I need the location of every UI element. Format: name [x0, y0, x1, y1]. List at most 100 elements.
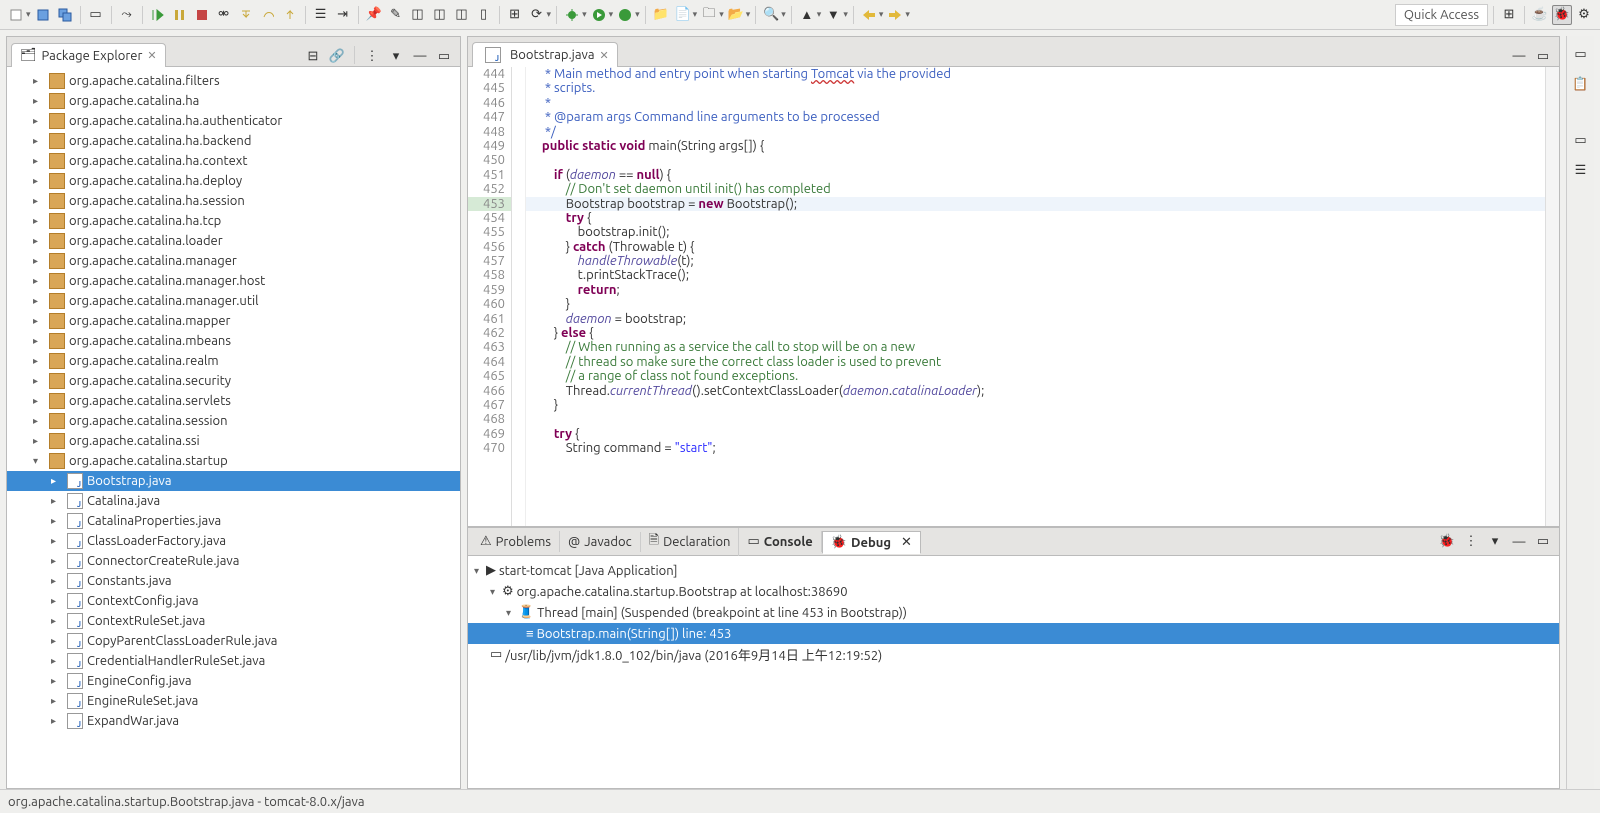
trim-tasks-button[interactable]: ☰ [1571, 160, 1591, 180]
file-row[interactable]: ▸ExpandWar.java [7, 711, 460, 731]
tab-console[interactable]: ▭Console [739, 531, 821, 552]
file-row[interactable]: ▸CredentialHandlerRuleSet.java [7, 651, 460, 671]
dropdown-icon[interactable]: ▾ [693, 9, 698, 20]
run-last-button[interactable] [615, 5, 635, 25]
minimize-button[interactable]: ― [410, 46, 430, 66]
save-all-button[interactable] [55, 5, 75, 25]
filters-button[interactable]: ⋮ [362, 46, 382, 66]
maximize-button[interactable]: ▭ [1533, 532, 1553, 552]
step-filters-button[interactable]: ⇥ [333, 5, 353, 25]
dropdown-icon[interactable]: ▾ [817, 9, 822, 20]
file-row[interactable]: ▸ClassLoaderFactory.java [7, 531, 460, 551]
file-row[interactable]: ▸ContextConfig.java [7, 591, 460, 611]
debug-process-row[interactable]: ▾⚙ org.apache.catalina.startup.Bootstrap… [468, 581, 1559, 602]
next-annotation-button[interactable]: ▼ [823, 5, 843, 25]
package-row[interactable]: ▸org.apache.catalina.ha.deploy [7, 171, 460, 191]
package-row[interactable]: ▸org.apache.catalina.ha.session [7, 191, 460, 211]
debug-frame-row[interactable]: ≡ Bootstrap.main(String[]) line: 453 [468, 623, 1559, 644]
package-row[interactable]: ▸org.apache.catalina.manager.host [7, 271, 460, 291]
editor-area[interactable]: 4444454464474484494504514524534544554564… [468, 67, 1559, 526]
trim-restore-button[interactable]: ▭ [1571, 44, 1591, 64]
file-row[interactable]: ▸EngineConfig.java [7, 671, 460, 691]
package-row[interactable]: ▸org.apache.catalina.mapper [7, 311, 460, 331]
tab-debug[interactable]: 🐞Debug✕ [822, 531, 921, 554]
new-class-button[interactable]: 📄 [673, 5, 693, 25]
debug-jvm-row[interactable]: ▭ /usr/lib/jvm/jdk1.8.0_102/bin/java (20… [468, 644, 1559, 665]
toggle-c-button[interactable]: ◫ [452, 5, 472, 25]
back-button[interactable] [859, 5, 879, 25]
link-editor-button[interactable]: 🔗 [327, 46, 347, 66]
java-perspective-button[interactable]: ☕ [1530, 5, 1550, 25]
package-tree[interactable]: ▸org.apache.catalina.filters ▸org.apache.… [7, 67, 460, 788]
debug-tree[interactable]: ▾▶ start-tomcat [Java Application] ▾⚙ or… [468, 556, 1559, 788]
package-row[interactable]: ▸org.apache.catalina.ha.context [7, 151, 460, 171]
dropdown-icon[interactable]: ▾ [879, 9, 884, 20]
toggle-d-button[interactable]: ▯ [474, 5, 494, 25]
terminate-button[interactable] [192, 5, 212, 25]
maximize-button[interactable]: ▭ [1533, 46, 1553, 66]
dropdown-icon[interactable]: ▾ [635, 9, 640, 20]
file-row[interactable]: ▸Constants.java [7, 571, 460, 591]
save-button[interactable] [33, 5, 53, 25]
trim-outline-button[interactable]: 📋 [1571, 74, 1591, 94]
open-perspective-button[interactable]: ⊞ [1499, 5, 1519, 25]
debug-launch-row[interactable]: ▾▶ start-tomcat [Java Application] [468, 560, 1559, 581]
package-row[interactable]: ▸org.apache.catalina.manager [7, 251, 460, 271]
drop-frame-button[interactable]: ☰ [311, 5, 331, 25]
resume-button[interactable] [148, 5, 168, 25]
debug-thread-row[interactable]: ▾🧵 Thread [main] (Suspended (breakpoint … [468, 602, 1559, 623]
package-row[interactable]: ▸org.apache.catalina.ha.authenticator [7, 111, 460, 131]
dropdown-icon[interactable]: ▾ [905, 9, 910, 20]
package-row[interactable]: ▸org.apache.catalina.ha.tcp [7, 211, 460, 231]
skip-breakpoints-button[interactable]: ⤳ [117, 5, 137, 25]
collapse-all-button[interactable]: ⊟ [303, 46, 323, 66]
dropdown-icon[interactable]: ▾ [719, 9, 724, 20]
file-row[interactable]: ▸Catalina.java [7, 491, 460, 511]
package-row[interactable]: ▸org.apache.catalina.security [7, 371, 460, 391]
refresh-button[interactable]: ⟳ [527, 5, 547, 25]
close-icon[interactable]: ✕ [147, 49, 156, 62]
debug-button[interactable] [562, 5, 582, 25]
package-row[interactable]: ▸org.apache.catalina.manager.util [7, 291, 460, 311]
dropdown-icon[interactable]: ▾ [582, 9, 587, 20]
minimize-button[interactable]: ― [1509, 532, 1529, 552]
highlight-button[interactable]: ✎ [386, 5, 406, 25]
new-button[interactable] [6, 5, 26, 25]
maximize-button[interactable]: ▭ [434, 46, 454, 66]
file-row[interactable]: ▸Bootstrap.java [7, 471, 460, 491]
package-row[interactable]: ▸org.apache.catalina.session [7, 411, 460, 431]
run-button[interactable] [589, 5, 609, 25]
package-row[interactable]: ▸org.apache.catalina.filters [7, 71, 460, 91]
trim-restore2-button[interactable]: ▭ [1571, 130, 1591, 150]
disconnect-button[interactable]: ⚮ [214, 5, 234, 25]
package-row[interactable]: ▸org.apache.catalina.ssi [7, 431, 460, 451]
file-row[interactable]: ▸ContextRuleSet.java [7, 611, 460, 631]
search-button[interactable]: 🔍 [761, 5, 781, 25]
dropdown-icon[interactable]: ▾ [547, 9, 552, 20]
toggle-a-button[interactable]: ◫ [408, 5, 428, 25]
package-row[interactable]: ▸org.apache.catalina.mbeans [7, 331, 460, 351]
package-row[interactable]: ▸org.apache.catalina.loader [7, 231, 460, 251]
package-row[interactable]: ▸org.apache.catalina.realm [7, 351, 460, 371]
file-row[interactable]: ▸EngineRuleSet.java [7, 691, 460, 711]
screen-toggle-button[interactable]: ▭ [86, 5, 106, 25]
debug-toolbar-b[interactable]: ⋮ [1461, 532, 1481, 552]
close-icon[interactable]: ✕ [600, 49, 609, 62]
package-row[interactable]: ▸org.apache.catalina.ha.backend [7, 131, 460, 151]
tab-declaration[interactable]: 🗎Declaration [641, 528, 740, 556]
toggle-b-button[interactable]: ◫ [430, 5, 450, 25]
build-button[interactable]: ⊞ [505, 5, 525, 25]
new-package-button[interactable]: 📁 [651, 5, 671, 25]
dropdown-icon[interactable]: ▾ [843, 9, 848, 20]
new-folder-button[interactable]: 🗀 [699, 5, 719, 25]
dropdown-icon[interactable]: ▾ [781, 9, 786, 20]
package-explorer-tab[interactable]: 🗂 Package Explorer ✕ [11, 43, 166, 67]
step-return-button[interactable] [280, 5, 300, 25]
step-over-button[interactable] [258, 5, 278, 25]
file-row[interactable]: ▸CatalinaProperties.java [7, 511, 460, 531]
file-row[interactable]: ▸CopyParentClassLoaderRule.java [7, 631, 460, 651]
dropdown-icon[interactable]: ▾ [746, 9, 751, 20]
file-row[interactable]: ▸ConnectorCreateRule.java [7, 551, 460, 571]
package-row[interactable]: ▾org.apache.catalina.startup [7, 451, 460, 471]
package-row[interactable]: ▸org.apache.catalina.servlets [7, 391, 460, 411]
